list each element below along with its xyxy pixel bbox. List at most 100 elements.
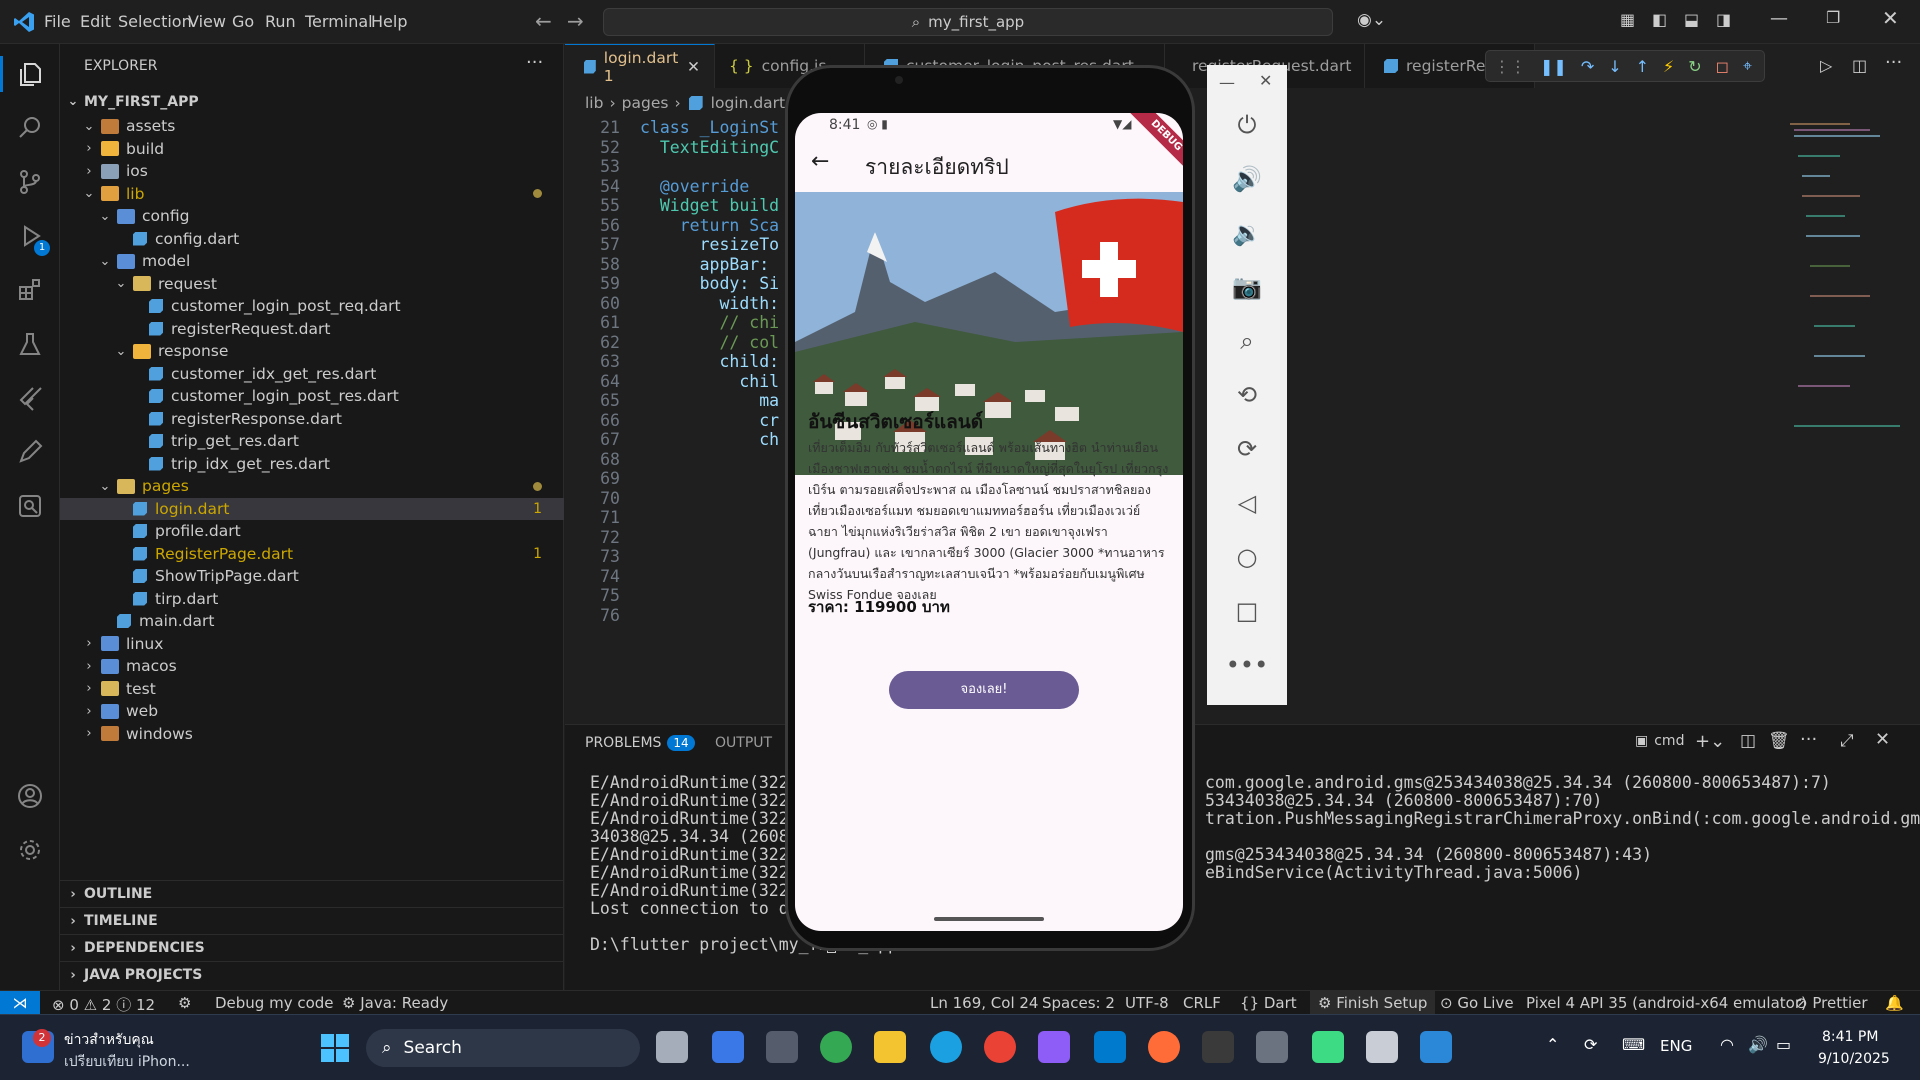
rotate-right-icon[interactable]: ⟳ <box>1227 429 1267 469</box>
copilot-icon[interactable]: ◉⌄ <box>1357 10 1386 30</box>
tree-folder[interactable]: › linux <box>60 633 564 655</box>
cursor-position[interactable]: Ln 169, Col 24 <box>930 994 1038 1012</box>
tree-folder[interactable]: ⌄ model <box>60 250 564 272</box>
volume-up-icon[interactable]: 🔊 <box>1227 159 1267 199</box>
remote-indicator-icon[interactable]: ⋊ <box>0 991 40 1015</box>
trash-icon[interactable]: 🗑 <box>1768 731 1790 751</box>
power-icon[interactable]: ⏻ <box>1227 105 1267 145</box>
minimap[interactable] <box>1790 116 1910 446</box>
menu-edit[interactable]: Edit <box>80 12 111 31</box>
finish-setup[interactable]: ⚙ Finish Setup <box>1310 991 1436 1015</box>
clock-time[interactable]: 8:41 PM <box>1822 1029 1878 1045</box>
tree-folder[interactable]: › build <box>60 138 564 160</box>
photos-icon[interactable] <box>1420 1031 1452 1063</box>
tab-output[interactable]: OUTPUT <box>715 735 772 751</box>
tree-file[interactable]: customer_idx_get_res.dart <box>60 363 564 385</box>
edit-pen-icon[interactable] <box>12 434 48 470</box>
menu-go[interactable]: Go <box>232 12 254 31</box>
tree-file[interactable]: registerResponse.dart <box>60 408 564 430</box>
extensions-icon[interactable] <box>12 272 48 308</box>
android-emulator-icon[interactable] <box>1312 1031 1344 1063</box>
command-center-search[interactable]: ⌕ my_first_app <box>603 8 1333 36</box>
volume-icon[interactable]: 🔊 <box>1748 1035 1768 1054</box>
snipping-tool-icon[interactable] <box>1366 1031 1398 1063</box>
menu-help[interactable]: Help <box>371 12 407 31</box>
tree-file[interactable]: trip_idx_get_res.dart <box>60 453 564 475</box>
step-into-icon[interactable]: ↓ <box>1608 57 1621 76</box>
settings-taskbar-icon[interactable] <box>1256 1031 1288 1063</box>
tree-file[interactable]: customer_login_post_res.dart <box>60 385 564 407</box>
chrome-icon[interactable] <box>984 1031 1016 1063</box>
go-live[interactable]: ⊙ Go Live <box>1440 994 1514 1012</box>
tree-folder[interactable]: › test <box>60 678 564 700</box>
obsidian-icon[interactable] <box>1038 1031 1070 1063</box>
tree-file[interactable]: ShowTripPage.dart <box>60 565 564 587</box>
workspace-root[interactable]: ⌄ MY_FIRST_APP <box>60 88 564 115</box>
home-circle-icon[interactable]: ○ <box>1227 537 1267 577</box>
remote-explorer-icon[interactable] <box>12 488 48 524</box>
more-actions-icon[interactable]: ··· <box>526 52 543 73</box>
pause-icon[interactable]: ❚❚ <box>1540 57 1567 76</box>
vscode-taskbar-icon[interactable] <box>1094 1031 1126 1063</box>
taskbar-search[interactable]: ⌕ Search <box>366 1029 640 1067</box>
stop-icon[interactable]: ◻ <box>1716 57 1729 76</box>
tree-file[interactable]: config.dart <box>60 228 564 250</box>
tree-folder[interactable]: › windows <box>60 723 564 745</box>
section-timeline[interactable]: › TIMELINE <box>60 907 564 934</box>
tree-file[interactable]: tirp.dart <box>60 588 564 610</box>
tree-folder[interactable]: › macos <box>60 655 564 677</box>
tree-file[interactable]: profile.dart <box>60 520 564 542</box>
tree-folder[interactable]: ⌄ request <box>60 273 564 295</box>
section-dependencies[interactable]: › DEPENDENCIES <box>60 934 564 961</box>
file-explorer-icon[interactable] <box>874 1031 906 1063</box>
inspect-icon[interactable]: ⌖ <box>1743 56 1752 76</box>
split-terminal-icon[interactable]: ◫ <box>1740 731 1756 751</box>
restart-icon[interactable]: ↻ <box>1688 57 1701 76</box>
maximize-icon[interactable]: ❐ <box>1826 8 1840 27</box>
close-emulator-icon[interactable]: ✕ <box>1259 71 1272 90</box>
screenshot-camera-icon[interactable]: 📷 <box>1227 267 1267 307</box>
tree-file[interactable]: login.dart 1 <box>60 497 564 520</box>
back-arrow-icon[interactable]: ← <box>535 9 552 33</box>
source-control-icon[interactable] <box>12 164 48 200</box>
section-outline[interactable]: › OUTLINE <box>60 880 564 907</box>
minimize-emulator-icon[interactable]: — <box>1219 73 1235 92</box>
layout-icon[interactable]: ▦ <box>1620 10 1635 29</box>
more-options-icon[interactable]: ••• <box>1226 645 1268 685</box>
sync-icon[interactable]: ⟳ <box>1584 1035 1597 1054</box>
tree-folder[interactable]: › ios <box>60 160 564 182</box>
emulator-screen[interactable]: 8:41 ◎ ▮ ▼◢ DEBUG ← รายละเอียดทริป อันซี… <box>795 113 1183 931</box>
java-status[interactable]: ⚙ Java: Ready <box>342 994 448 1012</box>
menu-file[interactable]: File <box>44 12 71 31</box>
indentation[interactable]: Spaces: 2 <box>1042 994 1115 1012</box>
clock-date[interactable]: 9/10/2025 <box>1818 1051 1890 1067</box>
tab-problems[interactable]: PROBLEMS 14 <box>585 735 695 751</box>
toggle-secondary-sidebar-icon[interactable]: ◨ <box>1716 10 1731 29</box>
menu-run[interactable]: Run <box>265 12 296 31</box>
tree-file[interactable]: registerRequest.dart <box>60 318 564 340</box>
forward-arrow-icon[interactable]: → <box>567 9 584 33</box>
news-subtitle[interactable]: เปรียบเทียบ iPhon... <box>64 1051 190 1073</box>
step-out-icon[interactable]: ↑ <box>1636 57 1649 76</box>
more-icon[interactable]: ··· <box>1800 729 1817 750</box>
run-icon[interactable]: ▷ <box>1820 56 1832 75</box>
minimize-icon[interactable]: — <box>1770 8 1788 29</box>
tree-file[interactable]: trip_get_res.dart <box>60 430 564 452</box>
maximize-panel-icon[interactable]: ⤢ <box>1840 731 1854 751</box>
menu-selection[interactable]: Selection <box>118 12 192 31</box>
prettier[interactable]: ⊘ Prettier <box>1795 994 1868 1012</box>
step-over-icon[interactable]: ↷ <box>1581 57 1594 76</box>
flutter-icon[interactable] <box>12 380 48 416</box>
drag-handle-icon[interactable]: ⋮⋮ <box>1494 57 1526 76</box>
terminal-output[interactable]: E/AndroidRuntime(3225 E/AndroidRuntime(32… <box>565 773 1920 991</box>
run-debug-icon[interactable]: 1 <box>12 218 50 256</box>
menu-view[interactable]: View <box>188 12 226 31</box>
tree-folder[interactable]: ⌄ lib <box>60 183 564 205</box>
problems-status[interactable]: ⊗ 0 ⚠ 2 ⓘ 12 <box>52 994 155 1015</box>
tree-folder[interactable]: ⌄ config <box>60 205 564 227</box>
section-java-projects[interactable]: › JAVA PROJECTS <box>60 961 564 988</box>
debug-status[interactable]: Debug my code <box>215 994 334 1012</box>
book-now-button[interactable]: จองเลย! <box>889 671 1079 709</box>
postman-icon[interactable] <box>1148 1031 1180 1063</box>
edge-icon[interactable] <box>930 1031 962 1063</box>
